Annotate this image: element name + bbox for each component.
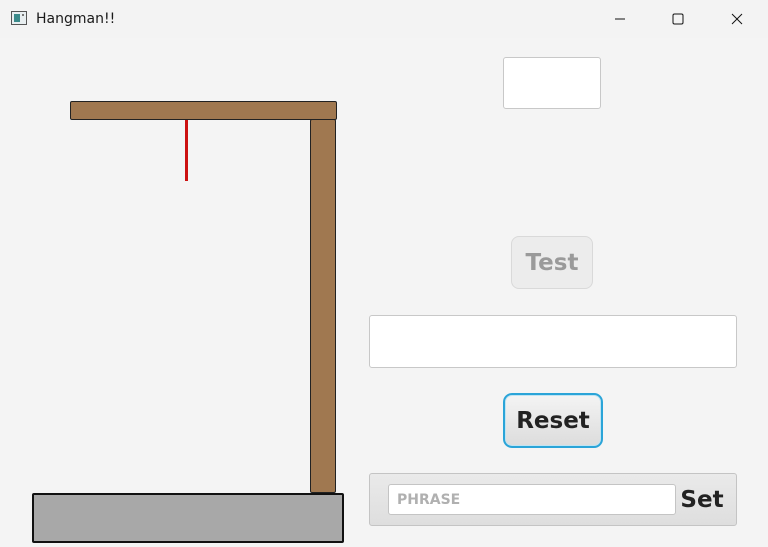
gallows-beam	[70, 101, 337, 120]
phrase-display-field[interactable]	[369, 315, 737, 368]
reset-button[interactable]: Reset	[503, 393, 603, 448]
guess-letter-input[interactable]	[503, 57, 601, 109]
set-phrase-panel: Set	[369, 473, 737, 526]
app-icon	[11, 11, 27, 25]
window-title: Hangman!!	[36, 11, 116, 27]
maximize-icon	[672, 13, 684, 25]
gallows-base	[32, 493, 344, 543]
minimize-button[interactable]	[597, 0, 643, 38]
hangman-window: Hangman!! Test Reset Set	[0, 0, 768, 547]
close-icon	[731, 13, 743, 25]
title-bar: Hangman!!	[0, 0, 768, 38]
maximize-button[interactable]	[655, 0, 701, 38]
test-button[interactable]: Test	[511, 236, 593, 289]
gallows-rope	[185, 120, 188, 181]
set-button[interactable]: Set	[680, 484, 724, 515]
minimize-icon	[615, 18, 625, 20]
phrase-input[interactable]	[388, 484, 676, 515]
close-button[interactable]	[714, 0, 760, 38]
gallows-post	[310, 119, 336, 493]
